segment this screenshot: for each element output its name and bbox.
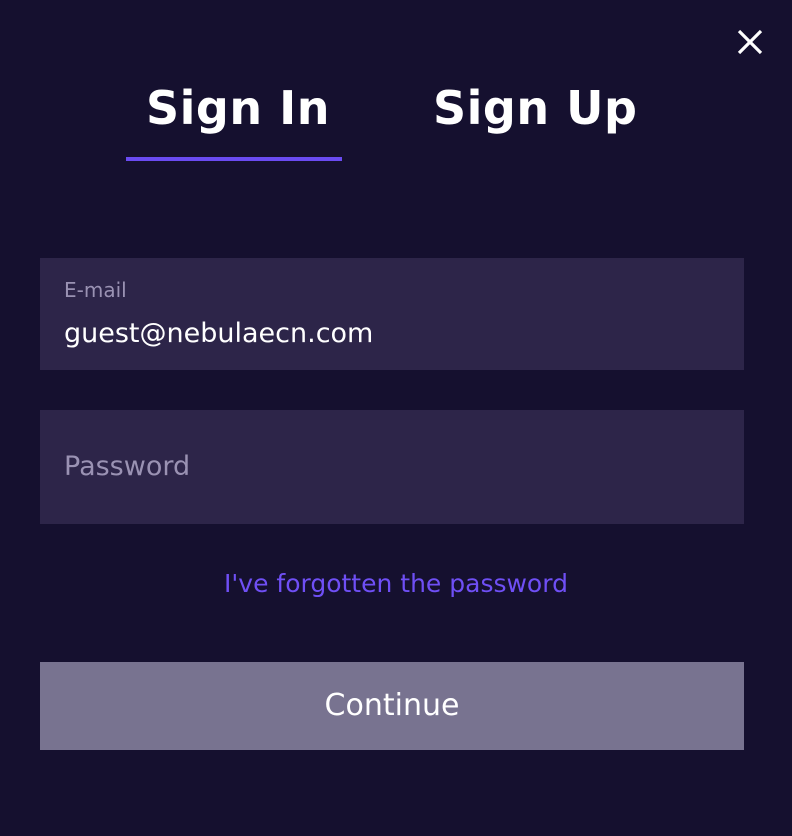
continue-button[interactable]: Continue [40, 662, 744, 750]
auth-dialog: Sign In Sign Up E-mail I've forgotten th… [0, 0, 792, 836]
active-tab-indicator [126, 157, 342, 161]
password-field[interactable] [40, 410, 744, 524]
email-field[interactable]: E-mail [40, 258, 744, 370]
email-label: E-mail [64, 278, 127, 302]
password-input[interactable] [64, 448, 714, 486]
tab-sign-up[interactable]: Sign Up [433, 76, 637, 140]
email-input[interactable] [64, 316, 714, 352]
auth-tabs: Sign In Sign Up [0, 0, 792, 170]
tab-sign-in[interactable]: Sign In [146, 76, 330, 140]
forgot-password-link[interactable]: I've forgotten the password [0, 566, 792, 602]
